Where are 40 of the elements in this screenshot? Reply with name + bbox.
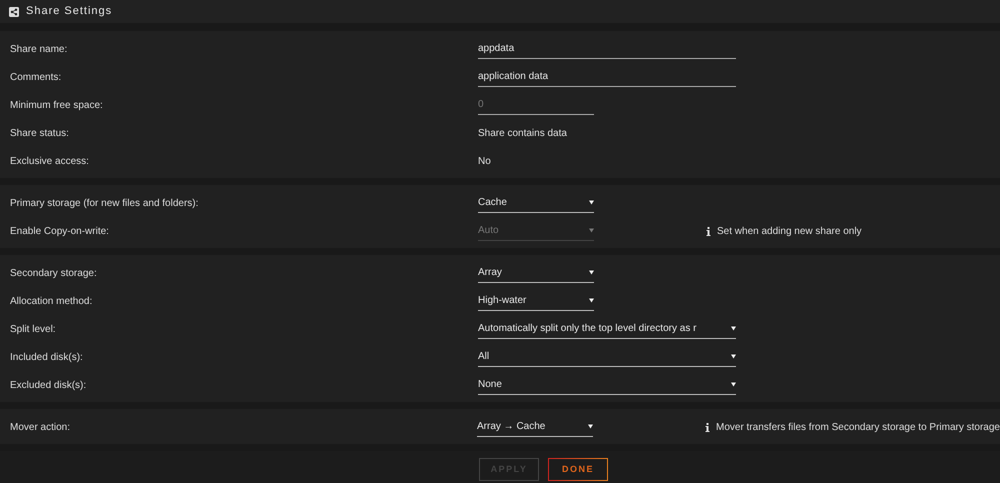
caret-icon xyxy=(589,270,594,275)
field-label: Excluded disk(s): xyxy=(9,378,88,392)
dropdown[interactable]: Array → Cache xyxy=(477,417,593,437)
field-label: Enable Copy-on-write: xyxy=(9,224,110,238)
caret-icon xyxy=(731,354,736,359)
field-label: Primary storage (for new files and folders): xyxy=(9,196,200,210)
field-label: Share status: xyxy=(9,126,70,140)
field-label: Minimum free space: xyxy=(9,98,104,112)
dropdown[interactable]: Automatically split only the top level directory as r xyxy=(478,319,736,339)
caret-icon xyxy=(731,326,736,331)
dropdown[interactable]: All xyxy=(478,347,736,367)
dropdown[interactable]: High-water xyxy=(478,291,594,311)
caret-icon xyxy=(589,228,594,233)
field-label: Secondary storage: xyxy=(9,266,98,280)
field-label: Exclusive access: xyxy=(9,154,90,168)
field-label: Share name: xyxy=(9,42,68,56)
caret-icon xyxy=(589,200,594,205)
caret-icon xyxy=(588,424,593,429)
panel-title: Share Settings xyxy=(26,4,112,20)
info-icon xyxy=(706,226,711,236)
field-label: Allocation method: xyxy=(9,294,94,308)
field-label: Comments: xyxy=(9,70,62,84)
share-icon xyxy=(9,6,19,16)
caret-icon xyxy=(731,382,736,387)
text-field[interactable]: appdata xyxy=(478,39,736,59)
dropdown[interactable]: None xyxy=(478,375,736,395)
dropdown[interactable]: Array xyxy=(478,263,594,283)
field-label: Split level: xyxy=(9,322,57,336)
text-field[interactable]: application data xyxy=(478,67,736,87)
info-icon xyxy=(705,422,710,432)
field-label: Included disk(s): xyxy=(9,350,84,364)
field-value: No xyxy=(478,156,491,166)
field-value: Share contains data xyxy=(478,128,567,138)
dropdown[interactable]: Cache xyxy=(478,193,594,213)
text-field[interactable]: 0 xyxy=(478,95,594,115)
done-button[interactable]: DONE xyxy=(548,458,608,481)
info-text: Set when adding new share only xyxy=(717,224,862,238)
info-text: Mover transfers files from Secondary storage to Primary storage xyxy=(716,420,1000,434)
field-label: Mover action: xyxy=(9,420,72,434)
caret-icon xyxy=(589,298,594,303)
